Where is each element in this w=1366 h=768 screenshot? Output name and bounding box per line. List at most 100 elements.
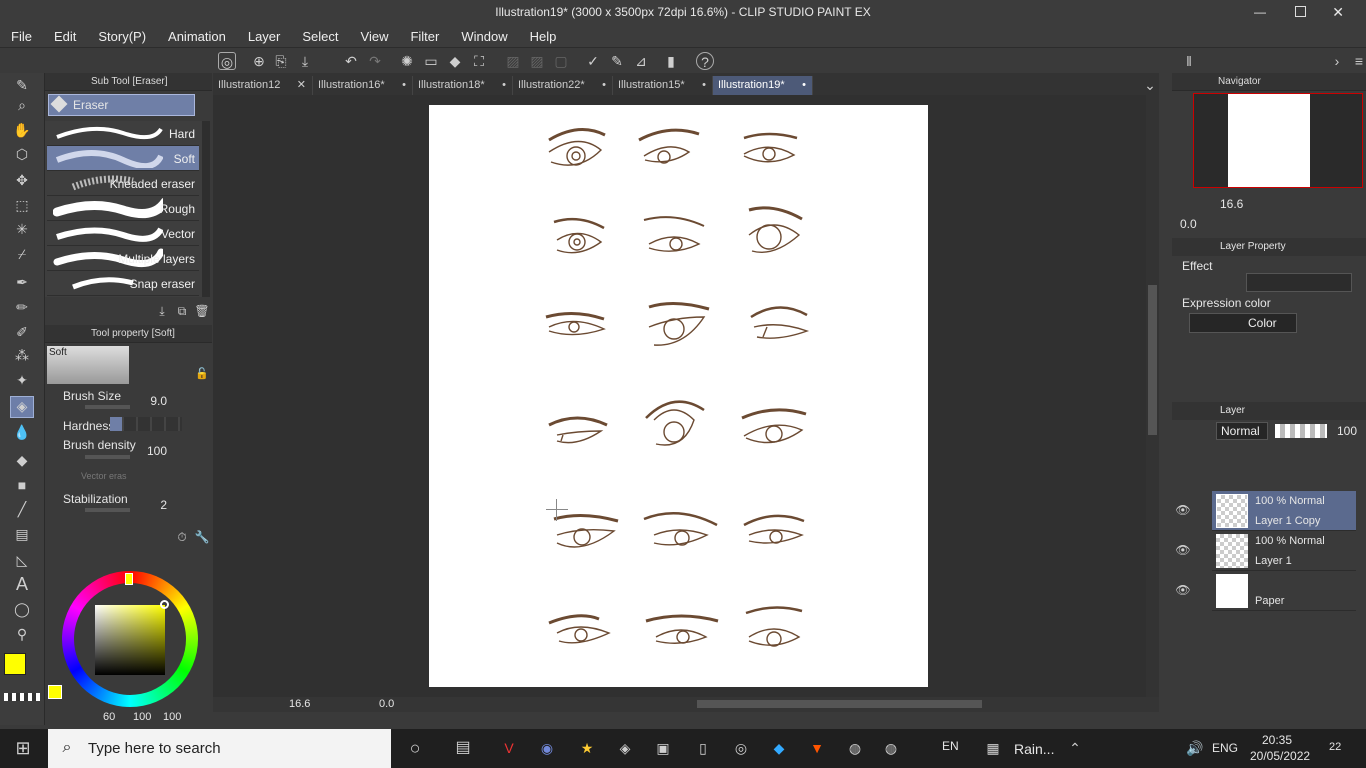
brush-size-value[interactable]: 9.0 <box>141 394 167 408</box>
eraser-group-tab[interactable]: Eraser <box>48 94 195 116</box>
menu-filter[interactable]: Filter <box>399 29 450 44</box>
figure-icon[interactable]: ╱ <box>13 500 31 518</box>
blend-icon[interactable]: 💧 <box>13 423 31 441</box>
fill-icon[interactable]: ◆ <box>446 52 464 70</box>
eye-icon[interactable]: 👁 <box>1174 581 1192 599</box>
clock-date[interactable]: 20/05/2022 <box>1250 749 1310 763</box>
taskbar-search-box[interactable]: Type here to search <box>48 729 391 768</box>
app-icon[interactable]: ◈ <box>616 739 634 757</box>
hand-tool-icon[interactable]: ✋ <box>13 121 31 139</box>
tab-list-chevron-icon[interactable]: ⌄ <box>1141 76 1159 94</box>
pencil-icon[interactable]: ✏ <box>13 298 31 316</box>
eyedropper-icon[interactable]: ⌿ <box>13 245 31 263</box>
brush-icon[interactable]: ✎ <box>608 52 626 70</box>
eraser-tool-icon[interactable]: ◈ <box>10 396 34 418</box>
media-icon[interactable]: ◎ <box>732 739 750 757</box>
auto-select-icon[interactable]: ✳ <box>13 220 31 238</box>
pen-tool-icon[interactable]: ✎ <box>13 76 31 94</box>
hue-cursor[interactable] <box>125 573 133 585</box>
menu-view[interactable]: View <box>350 29 400 44</box>
selection-tool-icon[interactable]: ⬚ <box>13 196 31 214</box>
saturation-value-square[interactable] <box>95 605 165 675</box>
clip-studio-star-icon[interactable]: ★ <box>578 739 596 757</box>
tab-illustration18[interactable]: Illustration18* • <box>413 76 513 95</box>
menu-layer[interactable]: Layer <box>237 29 292 44</box>
clear-icon[interactable]: ▭ <box>422 52 440 70</box>
notepad-icon[interactable]: ▯ <box>694 739 712 757</box>
deselect-icon[interactable]: ▨ <box>504 52 522 70</box>
duplicate-subtool-icon[interactable]: ⧉ <box>173 302 191 320</box>
layer-row-paper[interactable]: Paper <box>1212 571 1356 611</box>
notification-button[interactable]: 22 <box>1323 739 1347 757</box>
transparent-color-icon[interactable] <box>4 693 40 701</box>
operation-tool-icon[interactable]: ⬡ <box>13 145 31 163</box>
windows-start-icon[interactable]: ⊞ <box>14 739 32 757</box>
menu-animation[interactable]: Animation <box>157 29 237 44</box>
ruler-icon[interactable]: ⊿ <box>632 52 650 70</box>
eye-icon[interactable]: 👁 <box>1174 541 1192 559</box>
undo-icon[interactable]: ↶ <box>342 52 360 70</box>
clip-studio-icon[interactable]: ◎ <box>218 52 236 70</box>
cortana-icon[interactable]: ○ <box>406 739 424 757</box>
tray-chevron-icon[interactable]: ⌃ <box>1066 739 1084 757</box>
help-icon[interactable]: ? <box>696 52 714 70</box>
brush-density-slider[interactable] <box>85 455 130 459</box>
loading-icon[interactable]: ✺ <box>398 52 416 70</box>
tab-illustration22[interactable]: Illustration22* • <box>513 76 613 95</box>
color-picker-cursor[interactable] <box>160 600 169 609</box>
canvas-zoom-value[interactable]: 16.6 <box>289 698 310 710</box>
menu-edit[interactable]: Edit <box>43 29 87 44</box>
device-icon[interactable]: ▮ <box>662 52 680 70</box>
menu-icon[interactable]: ≡ <box>1350 52 1366 70</box>
menu-help[interactable]: Help <box>519 29 568 44</box>
vivaldi-icon[interactable]: V <box>500 739 518 757</box>
weather-text[interactable]: Rain... <box>1014 741 1054 757</box>
gradient-icon[interactable]: ■ <box>13 476 31 494</box>
fill-tool-icon[interactable]: ◆ <box>13 451 31 469</box>
zoom-tool-icon[interactable]: ⌕ <box>13 96 31 114</box>
main-color-swatch[interactable] <box>4 653 26 675</box>
brush-soft[interactable]: Soft <box>47 146 199 171</box>
canvas-paper[interactable] <box>429 105 928 687</box>
lock-icon[interactable]: 🔓 <box>193 365 211 383</box>
discord-icon[interactable]: ◉ <box>538 739 556 757</box>
eye-icon[interactable]: 👁 <box>1174 501 1192 519</box>
pen-icon[interactable]: ✓ <box>584 52 602 70</box>
blend-mode-select[interactable]: Normal <box>1216 422 1268 440</box>
brush-rough[interactable]: Rough <box>47 196 199 221</box>
new-file-icon[interactable]: ⊕ <box>250 52 268 70</box>
clock-time[interactable]: 20:35 <box>1262 733 1292 747</box>
chevron-right-icon[interactable]: › <box>1328 52 1346 70</box>
frame-icon[interactable]: ▤ <box>13 525 31 543</box>
brush-vector[interactable]: Vector <box>47 221 199 246</box>
canvas-horizontal-scrollbar[interactable] <box>213 697 1159 712</box>
menu-file[interactable]: File <box>0 29 43 44</box>
brave-icon[interactable]: ▼ <box>808 739 826 757</box>
opacity-slider[interactable] <box>1275 424 1327 438</box>
brush-snap[interactable]: Snap eraser <box>47 271 199 296</box>
navigator-rotation-value[interactable]: 0.0 <box>1180 217 1197 231</box>
weather-icon[interactable]: ▦ <box>984 739 1002 757</box>
panel-collapse-icon[interactable]: ‖ <box>1180 52 1198 70</box>
redo-icon[interactable]: ↷ <box>366 52 384 70</box>
clip-studio-active-icon[interactable]: ◍ <box>882 739 900 757</box>
mini-main-color[interactable] <box>48 685 62 699</box>
wrench-icon[interactable]: 🔧 <box>193 528 211 546</box>
brush-list-scrollbar[interactable] <box>202 121 210 297</box>
menu-window[interactable]: Window <box>450 29 518 44</box>
tab-illustration12[interactable]: Illustration12 ✕ <box>213 76 313 95</box>
transform-icon[interactable]: ⛶ <box>470 52 488 70</box>
network-app-icon[interactable]: ◆ <box>770 739 788 757</box>
crop-icon[interactable]: ▢ <box>552 52 570 70</box>
open-file-icon[interactable]: ⎘ <box>272 52 290 70</box>
correct-line-icon[interactable]: ⚲ <box>13 625 31 643</box>
layer-row-1[interactable]: 100 % Normal Layer 1 <box>1212 531 1356 571</box>
brush-hard[interactable]: Hard <box>47 121 199 146</box>
clip-studio-paint-icon[interactable]: ◍ <box>846 739 864 757</box>
canvas-vertical-scrollbar[interactable] <box>1146 95 1159 697</box>
expression-color-select[interactable]: Color <box>1189 313 1297 333</box>
decoration-icon[interactable]: ✦ <box>13 371 31 389</box>
navigator-zoom-value[interactable]: 16.6 <box>1220 197 1243 211</box>
maximize-button[interactable] <box>1295 6 1306 17</box>
invert-selection-icon[interactable]: ▨ <box>528 52 546 70</box>
